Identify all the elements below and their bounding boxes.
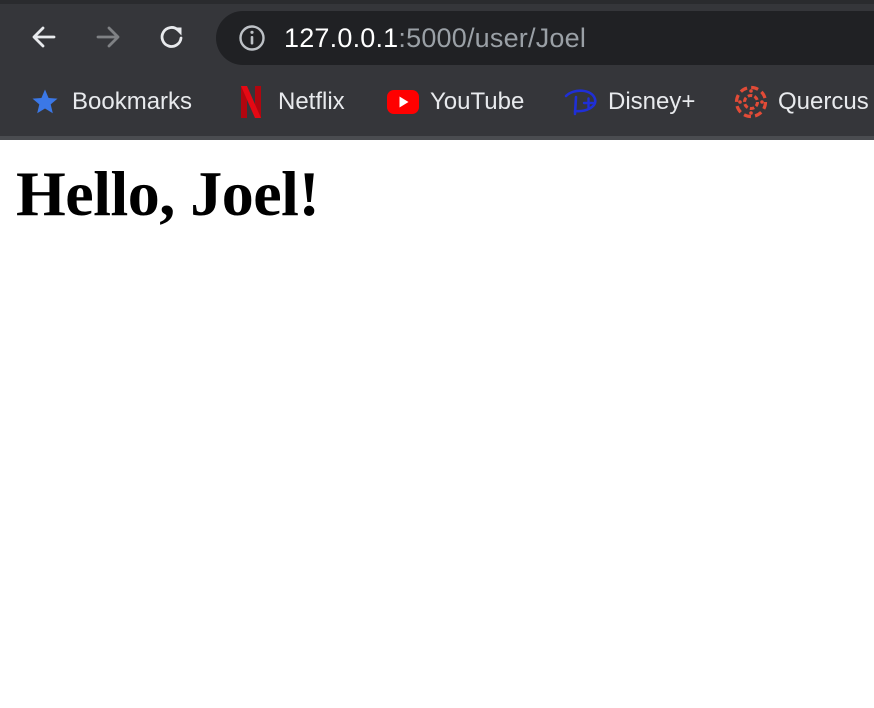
reload-icon	[160, 26, 183, 48]
browser-chrome: 127.0.0.1:5000/user/Joel Bookmarks Netfl…	[0, 0, 874, 140]
arrow-right-icon	[96, 26, 120, 48]
bookmark-label: Quercus	[778, 88, 869, 115]
info-icon[interactable]	[238, 24, 266, 52]
youtube-icon	[386, 85, 420, 119]
bookmark-label: YouTube	[430, 88, 525, 115]
bookmark-label: Disney+	[608, 88, 696, 115]
address-bar[interactable]: 127.0.0.1:5000/user/Joel	[216, 11, 874, 65]
bookmark-netflix[interactable]: Netflix	[234, 84, 345, 120]
bookmark-disney-plus[interactable]: Disney+	[564, 84, 695, 120]
bookmarks-bar: Bookmarks Netflix YouTube Disney+ Quercu…	[0, 70, 874, 136]
arrow-left-icon	[32, 26, 56, 48]
canvas-icon	[734, 85, 768, 119]
reload-button[interactable]	[152, 17, 192, 57]
url-host: 127.0.0.1	[284, 23, 399, 53]
back-button[interactable]	[24, 17, 64, 57]
page-heading: Hello, Joel!	[16, 158, 320, 229]
star-icon	[28, 85, 62, 119]
browser-toolbar: 127.0.0.1:5000/user/Joel	[0, 4, 874, 70]
url-text[interactable]: 127.0.0.1:5000/user/Joel	[284, 11, 586, 65]
bookmark-label: Bookmarks	[72, 88, 193, 115]
disney-plus-icon	[564, 85, 598, 119]
forward-button[interactable]	[88, 17, 128, 57]
bookmark-label: Netflix	[278, 88, 345, 115]
netflix-icon	[234, 85, 268, 119]
url-path: :5000/user/Joel	[398, 23, 587, 53]
bookmark-quercus[interactable]: Quercus	[734, 84, 869, 120]
bookmark-bookmarks[interactable]: Bookmarks	[28, 84, 192, 120]
bookmark-youtube[interactable]: YouTube	[386, 84, 524, 120]
page-content: Hello, Joel!	[0, 140, 874, 708]
